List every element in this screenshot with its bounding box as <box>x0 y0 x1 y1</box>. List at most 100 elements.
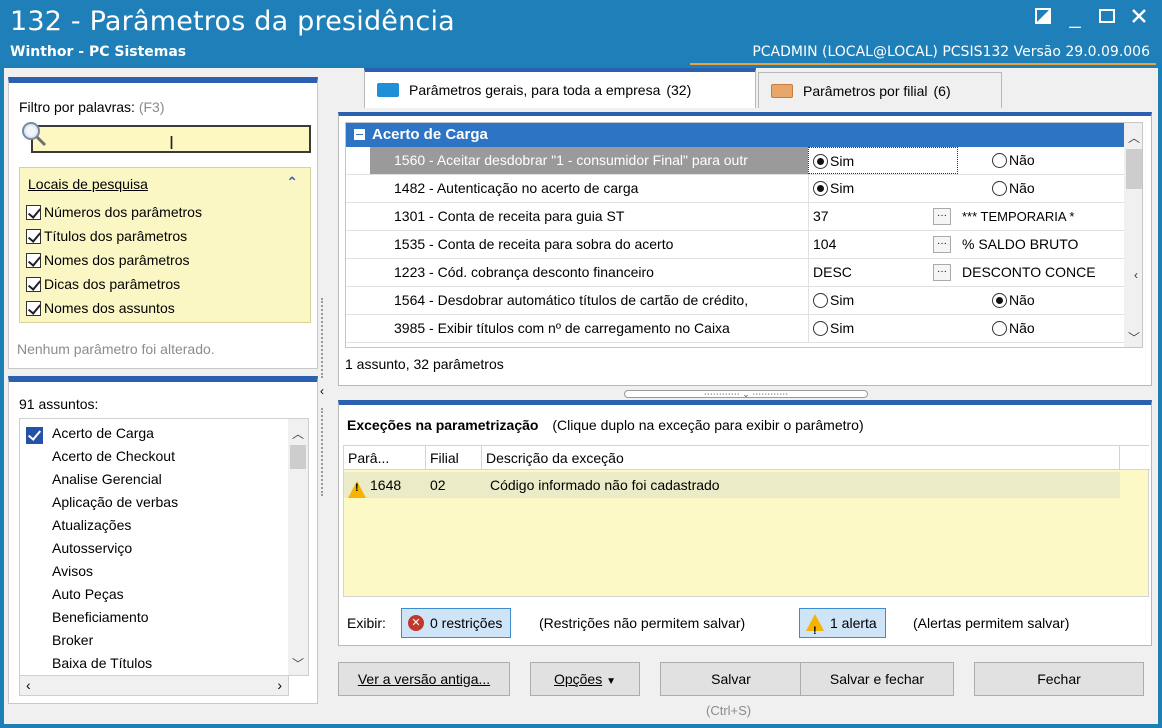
checkbox-checked-icon[interactable] <box>26 228 41 244</box>
splitter-grip[interactable] <box>321 298 327 378</box>
column-header[interactable]: Filial <box>426 446 482 470</box>
horizontal-splitter[interactable]: ⋯⋯⋯⋯ ⌄ ⋯⋯⋯⋯ <box>624 389 868 399</box>
param-value[interactable]: Sim <box>808 315 958 342</box>
param-value[interactable]: Sim <box>808 175 958 202</box>
parameters-grid[interactable]: Acerto de Carga 1560 - Aceitar desdobrar… <box>345 122 1143 348</box>
group-header[interactable]: Acerto de Carga <box>346 123 1124 147</box>
param-value[interactable]: Sim <box>808 287 958 314</box>
checkbox-checked-icon[interactable] <box>26 252 41 268</box>
subjects-panel: 91 assuntos: Acerto de Carga Acerto de C… <box>8 376 318 704</box>
radio-selected-icon[interactable] <box>992 293 1007 308</box>
list-item[interactable]: Atualizações <box>52 517 131 533</box>
splitter-grip[interactable] <box>321 408 327 496</box>
scroll-up-icon[interactable]: ︿ <box>288 425 308 442</box>
collapse-chevron-icon[interactable]: ⌃ <box>286 174 298 191</box>
checkbox-checked-icon[interactable] <box>26 427 43 444</box>
checkbox-checked-icon[interactable] <box>26 204 41 220</box>
location-option[interactable]: Títulos dos parâmetros <box>26 228 187 244</box>
window-subtitle: Winthor - PC Sistemas <box>10 44 187 60</box>
list-item[interactable]: Acerto de Checkout <box>52 448 175 464</box>
lookup-button[interactable]: ··· <box>933 264 951 281</box>
exception-param: 1648 <box>370 477 402 493</box>
lookup-code: 104 <box>813 236 837 252</box>
lookup-button[interactable]: ··· <box>933 236 951 253</box>
param-value-alt[interactable]: Não <box>958 315 1124 342</box>
collapse-left-icon[interactable]: ‹ <box>320 384 324 398</box>
scroll-down-icon[interactable]: ﹀ <box>288 655 308 672</box>
radio-icon[interactable] <box>992 181 1007 196</box>
param-value-alt[interactable]: Não <box>958 175 1124 202</box>
param-value[interactable]: 104 ··· <box>808 231 958 258</box>
checkbox-checked-icon[interactable] <box>26 276 41 292</box>
list-item[interactable]: Broker <box>52 632 93 648</box>
location-option[interactable]: Dicas dos parâmetros <box>26 276 180 292</box>
search-locations-header[interactable]: Locais de pesquisa <box>28 176 148 192</box>
restrictions-toggle-button[interactable]: ✕ 0 restrições <box>401 608 512 638</box>
subject-list[interactable]: Acerto de Carga Acerto de Checkout Anali… <box>19 418 309 676</box>
collapse-right-icon[interactable]: ‹ <box>1134 268 1138 282</box>
tab-branch-params[interactable]: Parâmetros por filial (6) <box>758 72 1002 108</box>
scroll-left-icon[interactable]: ‹ <box>26 677 31 693</box>
exceptions-table[interactable]: Parâ... Filial Descrição da exceção 1648… <box>343 445 1150 597</box>
lookup-button[interactable]: ··· <box>933 208 951 225</box>
save-button[interactable]: Salvar <box>660 662 802 696</box>
list-item[interactable]: Baixa de Títulos <box>52 655 152 671</box>
maximize-icon[interactable] <box>1094 6 1120 30</box>
vertical-splitter[interactable]: ‹ <box>320 298 328 498</box>
location-option[interactable]: Nomes dos assuntos <box>26 300 175 316</box>
radio-selected-icon[interactable] <box>813 154 828 169</box>
subject-list-hscrollbar[interactable]: ‹ › <box>19 676 289 696</box>
list-item[interactable]: Aplicação de verbas <box>52 494 178 510</box>
param-value[interactable]: Sim <box>808 147 958 174</box>
scroll-thumb[interactable] <box>1126 149 1142 189</box>
param-value-alt[interactable]: Não <box>958 287 1124 314</box>
location-option[interactable]: Números dos parâmetros <box>26 204 202 220</box>
restore-icon[interactable] <box>1030 6 1056 30</box>
minimize-icon[interactable]: _ <box>1062 6 1088 30</box>
param-value[interactable]: 37 ··· <box>808 203 958 230</box>
list-item[interactable]: Acerto de Carga <box>52 425 154 441</box>
param-value[interactable]: DESC ··· <box>808 259 958 286</box>
column-header[interactable]: Parâ... <box>344 446 426 470</box>
old-version-button[interactable]: Ver a versão antiga... <box>338 662 510 696</box>
table-row[interactable]: 3985 - Exibir títulos com nº de carregam… <box>346 315 1124 343</box>
scroll-down-icon[interactable]: ﹀ <box>1124 329 1142 346</box>
exception-description: Código informado não foi cadastrado <box>490 477 720 493</box>
list-item[interactable]: Autosserviço <box>52 540 132 556</box>
table-row[interactable]: 1223 - Cód. cobrança desconto financeiro… <box>346 259 1124 287</box>
radio-selected-icon[interactable] <box>813 181 828 196</box>
options-button[interactable]: Opções ▼ <box>530 662 640 696</box>
column-header[interactable]: Descrição da exceção <box>482 446 1120 470</box>
close-icon[interactable] <box>1126 6 1152 30</box>
table-row[interactable]: 1301 - Conta de receita para guia ST 37 … <box>346 203 1124 231</box>
save-and-close-button[interactable]: Salvar e fechar <box>800 662 954 696</box>
table-row[interactable]: 1648 02 Código informado não foi cadastr… <box>344 472 1120 501</box>
grid-scrollbar[interactable]: ︿ ﹀ <box>1124 123 1142 347</box>
scroll-up-icon[interactable]: ︿ <box>1124 129 1142 146</box>
tab-general-params[interactable]: Parâmetros gerais, para toda a empresa (… <box>364 68 756 108</box>
radio-icon[interactable] <box>813 321 828 336</box>
radio-icon[interactable] <box>992 321 1007 336</box>
chevron-down-icon[interactable]: ⋯⋯⋯⋯ ⌄ ⋯⋯⋯⋯ <box>704 389 789 399</box>
table-row[interactable]: 1564 - Desdobrar automático títulos de c… <box>346 287 1124 315</box>
alerts-toggle-button[interactable]: 1 alerta <box>799 608 886 645</box>
table-row[interactable]: 1560 - Aceitar desdobrar "1 - consumidor… <box>346 147 1124 175</box>
collapse-group-icon[interactable] <box>354 129 365 140</box>
options-label: Opções <box>553 671 603 687</box>
scroll-right-icon[interactable]: › <box>277 677 282 693</box>
radio-icon[interactable] <box>813 293 828 308</box>
table-row[interactable]: 1535 - Conta de receita para sobra do ac… <box>346 231 1124 259</box>
location-option[interactable]: Nomes dos parâmetros <box>26 252 190 268</box>
list-item[interactable]: Beneficiamento <box>52 609 149 625</box>
scroll-thumb[interactable] <box>290 445 306 469</box>
close-button[interactable]: Fechar <box>974 662 1144 696</box>
location-option-label: Dicas dos parâmetros <box>44 276 181 292</box>
radio-icon[interactable] <box>992 153 1007 168</box>
list-item[interactable]: Avisos <box>52 563 93 579</box>
subject-list-scrollbar[interactable]: ︿ ﹀ <box>288 419 308 675</box>
list-item[interactable]: Analise Gerencial <box>52 471 162 487</box>
list-item[interactable]: Auto Peças <box>52 586 124 602</box>
table-row[interactable]: 1482 - Autenticação no acerto de carga S… <box>346 175 1124 203</box>
param-value-alt[interactable]: Não <box>958 147 1124 174</box>
checkbox-checked-icon[interactable] <box>26 300 41 316</box>
